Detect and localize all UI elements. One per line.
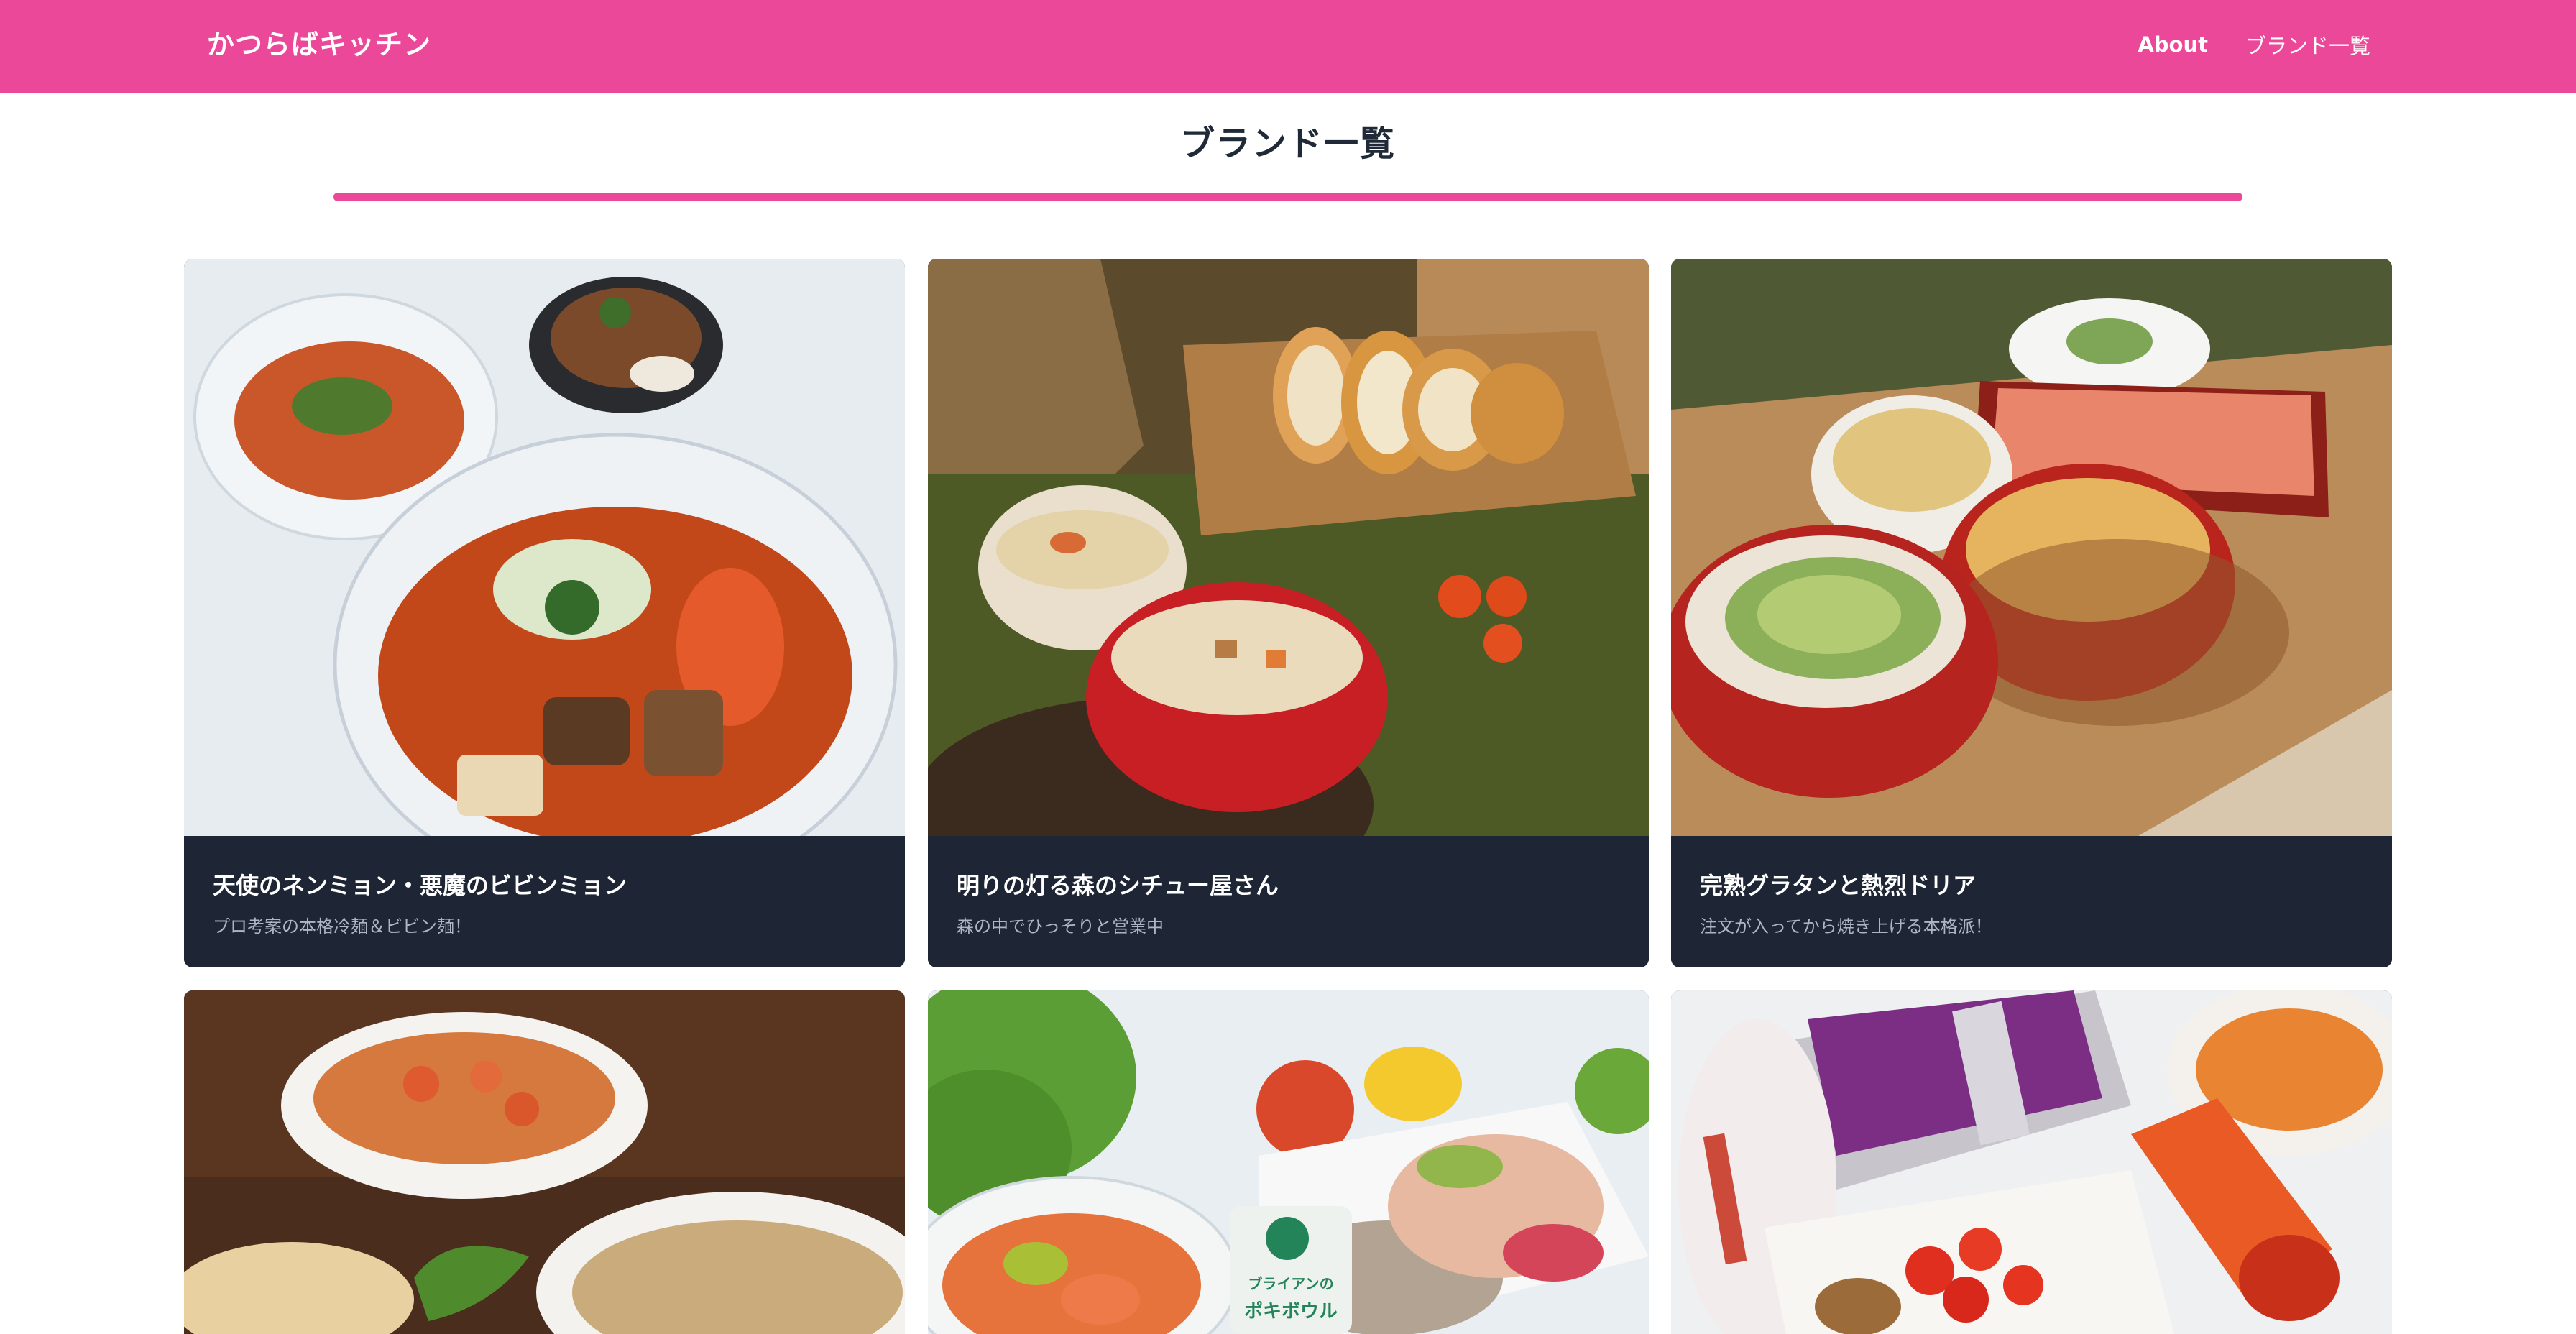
main-nav: About ブランド一覧 [2138,0,2370,89]
brand-card-info: 明りの灯る森のシチュー屋さん 森の中でひっそりと営業中 [928,836,1649,967]
poke-logo-line2: ポキボウル [1244,1300,1338,1322]
brand-card[interactable] [184,990,905,1334]
brand-card[interactable]: 天使のネンミョン・悪魔のビビンミョン プロ考案の本格冷麺＆ビビン麺！ [184,259,905,967]
brand-image-spicy [1671,990,2392,1334]
brand-description: 森の中でひっそりと営業中 [957,916,1164,937]
brand-name: 明りの灯る森のシチュー屋さん [957,872,1279,899]
page-title: ブランド一覧 [1179,124,1396,164]
poke-logo-line1: ブライアンの [1248,1275,1333,1292]
site-header: かつらばキッチン About ブランド一覧 [0,0,2576,93]
brand-name: 完熟グラタンと熱烈ドリア [1700,872,1977,899]
brand-card[interactable]: 明りの灯る森のシチュー屋さん 森の中でひっそりと営業中 [928,259,1649,967]
brand-name: 天使のネンミョン・悪魔のビビンミョン [213,872,627,899]
brand-image-poke: ブライアンの ポキボウル [928,990,1649,1334]
nav-link-brands[interactable]: ブランド一覧 [2245,29,2370,60]
brand-image-cold-noodles [184,259,905,836]
nav-link-about[interactable]: About [2138,32,2208,57]
brand-description: 注文が入ってから焼き上げる本格派！ [1700,916,1992,937]
brand-card[interactable]: 完熟グラタンと熱烈ドリア 注文が入ってから焼き上げる本格派！ [1671,259,2392,967]
brand-description: プロ考案の本格冷麺＆ビビン麺！ [213,916,472,937]
brand-image-gratin [1671,259,2392,836]
brand-image-stew [928,259,1649,836]
brand-card[interactable]: ブライアンの ポキボウル [928,990,1649,1334]
brand-card[interactable] [1671,990,2392,1334]
title-underline [334,193,2242,201]
site-logo[interactable]: かつらばキッチン [207,0,431,89]
brand-card-info: 完熟グラタンと熱烈ドリア 注文が入ってから焼き上げる本格派！ [1671,836,2392,967]
brand-image-doria [184,990,905,1334]
brand-card-info: 天使のネンミョン・悪魔のビビンミョン プロ考案の本格冷麺＆ビビン麺！ [184,836,905,967]
